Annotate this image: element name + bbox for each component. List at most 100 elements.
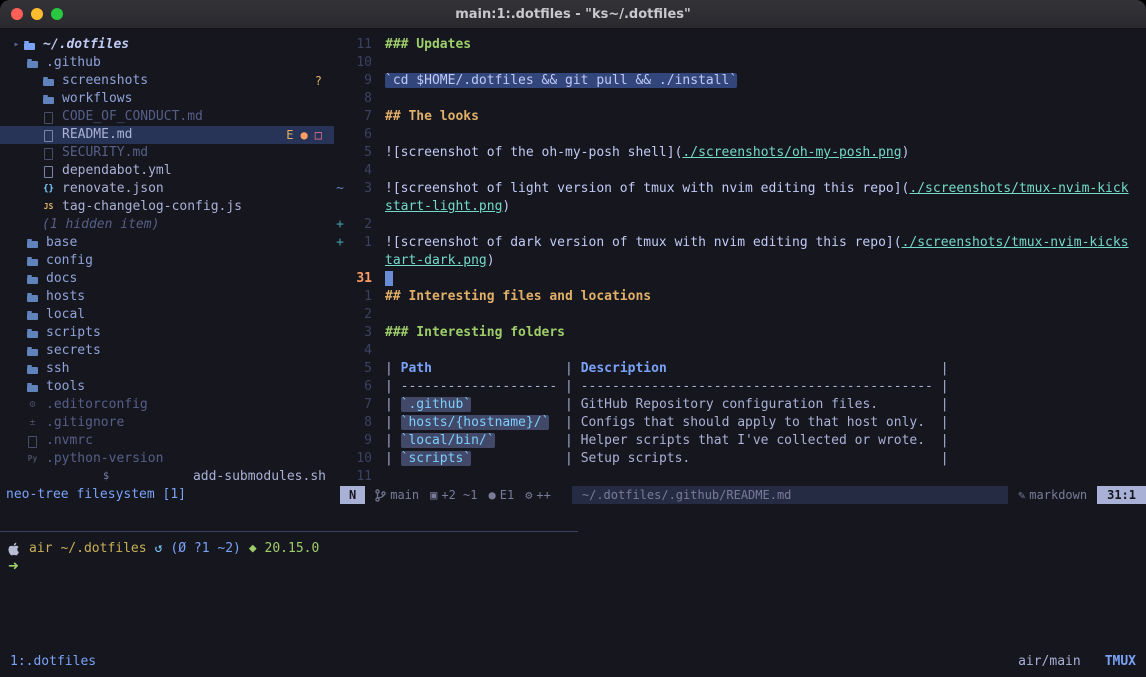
- tree-item[interactable]: Py.python-version: [0, 450, 334, 468]
- tree-item[interactable]: config: [0, 252, 334, 270]
- tree-item[interactable]: .nvmrc: [0, 432, 334, 450]
- tree-item[interactable]: README.mdE●□: [0, 126, 334, 144]
- tree-item[interactable]: ⚙.editorconfig: [0, 396, 334, 414]
- tree-item[interactable]: {}renovate.json: [0, 180, 334, 198]
- tree-item-label: workflows: [62, 90, 132, 108]
- tree-item[interactable]: SECURITY.md: [0, 144, 334, 162]
- folder-icon: [26, 288, 39, 306]
- line-text: ## Interesting files and locations: [385, 288, 651, 306]
- editor-line[interactable]: 2: [334, 306, 1146, 324]
- git-sign: [334, 360, 346, 378]
- chevron-icon: ▸: [10, 36, 23, 54]
- git-sign: [334, 252, 346, 270]
- editor-line[interactable]: 10 | `scripts` | Setup scripts. |: [334, 450, 1146, 468]
- editor-line[interactable]: 6: [334, 126, 1146, 144]
- editor-line[interactable]: 9`cd $HOME/.dotfiles && git pull && ./in…: [334, 72, 1146, 90]
- tree-item[interactable]: secrets: [0, 342, 334, 360]
- editor-line[interactable]: 6| -------------------- | --------------…: [334, 378, 1146, 396]
- editor-line[interactable]: start-light.png): [334, 198, 1146, 216]
- folder-icon: [26, 234, 39, 252]
- git-branch-icon: [375, 489, 386, 502]
- tree-item[interactable]: dependabot.yml: [0, 162, 334, 180]
- tree-item[interactable]: ±.gitignore: [0, 414, 334, 432]
- line-number: 8: [346, 414, 372, 432]
- tree-item[interactable]: hosts: [0, 288, 334, 306]
- tmux-statusbar-right: air/main TMUX: [1018, 654, 1136, 669]
- folder-icon: [26, 306, 39, 324]
- editor-line[interactable]: 5| Path | Description |: [334, 360, 1146, 378]
- editor-line[interactable]: 31: [334, 270, 1146, 288]
- tree-item-label: base: [46, 234, 77, 252]
- folder-icon: [26, 270, 39, 288]
- line-text: | `scripts` | Setup scripts. |: [385, 450, 949, 468]
- cursor: [385, 271, 393, 286]
- git-sign: [334, 450, 346, 468]
- line-text: [385, 270, 393, 288]
- tree-item[interactable]: CODE_OF_CONDUCT.md: [0, 108, 334, 126]
- shell-pane[interactable]: air ~/.dotfiles ↺ (Ø ?1 ~2) ◆ 20.15.0 ➜: [0, 504, 1146, 646]
- editor-line[interactable]: ~3![screenshot of light version of tmux …: [334, 180, 1146, 198]
- tree-item[interactable]: $add-submodules.sh: [0, 468, 334, 486]
- terminal-content: ▸~/.dotfiles.githubscreenshots?workflows…: [0, 29, 1146, 677]
- editor-line[interactable]: 3### Interesting folders: [334, 324, 1146, 342]
- zoom-button[interactable]: [51, 8, 63, 20]
- close-button[interactable]: [11, 8, 23, 20]
- file-path: ~/.dotfiles/.github/README.md: [572, 486, 1008, 504]
- editor-line[interactable]: +2: [334, 216, 1146, 234]
- neotree-status: neo-tree filesystem [1]: [0, 486, 340, 504]
- editor-line[interactable]: 11: [334, 468, 1146, 486]
- editor-line[interactable]: 8: [334, 90, 1146, 108]
- tree-item[interactable]: tools: [0, 378, 334, 396]
- editor-line[interactable]: 4: [334, 342, 1146, 360]
- tree-item-label: local: [46, 306, 85, 324]
- editor-line[interactable]: tart-dark.png): [334, 252, 1146, 270]
- editor-line[interactable]: 10: [334, 54, 1146, 72]
- file-icon: [42, 126, 55, 144]
- line-text: | `local/bin/` | Helper scripts that I'v…: [385, 432, 949, 450]
- editor-line[interactable]: 11### Updates: [334, 36, 1146, 54]
- tree-item-label: ssh: [46, 360, 69, 378]
- editor-line[interactable]: 8| `hosts/{hostname}/` | Configs that sh…: [334, 414, 1146, 432]
- filetype-label: markdown: [1029, 486, 1087, 504]
- refresh-icon: ↺: [155, 540, 163, 558]
- git-sign: +: [334, 234, 346, 252]
- tree-item[interactable]: base: [0, 234, 334, 252]
- editor-line[interactable]: 4: [334, 162, 1146, 180]
- tree-item[interactable]: JStag-changelog-config.js: [0, 198, 334, 216]
- editor-line[interactable]: 1## Interesting files and locations: [334, 288, 1146, 306]
- tree-item-label: (1 hidden item): [42, 216, 159, 234]
- tree-item[interactable]: scripts: [0, 324, 334, 342]
- git-sign: [334, 378, 346, 396]
- line-text: ![screenshot of dark version of tmux wit…: [385, 234, 1129, 252]
- prompt-arrow[interactable]: ➜: [0, 558, 1146, 576]
- prompt-host: air: [29, 540, 52, 558]
- tree-item[interactable]: screenshots?: [0, 72, 334, 90]
- tree-item-label: SECURITY.md: [62, 144, 148, 162]
- tmux-window[interactable]: 1:.dotfiles: [10, 654, 96, 669]
- git-sign: [334, 288, 346, 306]
- tree-item[interactable]: workflows: [0, 90, 334, 108]
- line-number: 10: [346, 450, 372, 468]
- editor-line[interactable]: 5![screenshot of the oh-my-posh shell](.…: [334, 144, 1146, 162]
- file-icon: [26, 432, 39, 450]
- git-sign: [334, 198, 346, 216]
- editor-line[interactable]: 7## The looks: [334, 108, 1146, 126]
- git-sign: [334, 432, 346, 450]
- tree-item[interactable]: ▸~/.dotfiles: [0, 36, 334, 54]
- tree-item-label: hosts: [46, 288, 85, 306]
- editor-line[interactable]: +1![screenshot of dark version of tmux w…: [334, 234, 1146, 252]
- minimize-button[interactable]: [31, 8, 43, 20]
- git-sign: [334, 90, 346, 108]
- editor-line[interactable]: 9| `local/bin/` | Helper scripts that I'…: [334, 432, 1146, 450]
- line-text: start-light.png): [385, 198, 510, 216]
- editor-lines[interactable]: 11### Updates 10 9`cd $HOME/.dotfiles &&…: [334, 29, 1146, 486]
- tree-item[interactable]: docs: [0, 270, 334, 288]
- line-number: 3: [346, 324, 372, 342]
- editor-line[interactable]: 7| `.github` | GitHub Repository configu…: [334, 396, 1146, 414]
- tree-item[interactable]: ssh: [0, 360, 334, 378]
- tree-item[interactable]: local: [0, 306, 334, 324]
- tree-item[interactable]: .github: [0, 54, 334, 72]
- tree-item[interactable]: (1 hidden item): [0, 216, 334, 234]
- git-icon: ±: [26, 414, 39, 432]
- lsp-status: ⚙ ++: [525, 486, 551, 504]
